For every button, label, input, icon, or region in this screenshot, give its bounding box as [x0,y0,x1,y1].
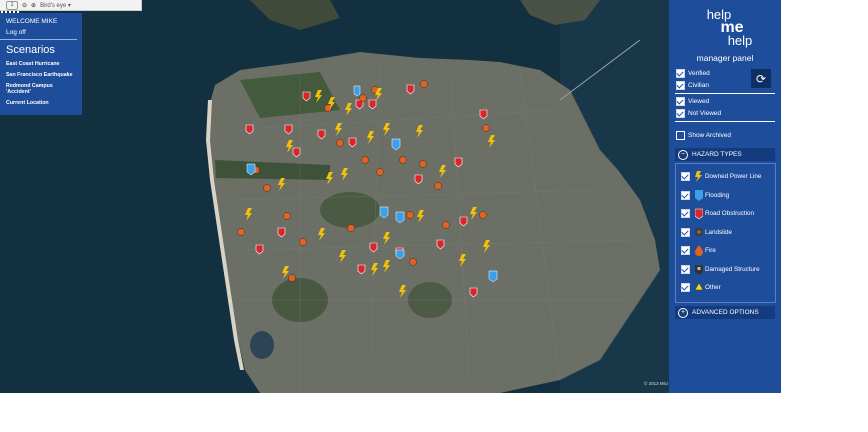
checkbox-checked[interactable] [676,97,685,106]
scenario-east-coast-hurricane[interactable]: East Coast Hurricane [0,59,82,70]
checkbox-checked[interactable] [676,109,685,118]
hazard-label: Downed Power Line [705,173,762,180]
hazard-item-landslide[interactable]: Landslide [681,227,732,238]
checkbox-checked[interactable] [681,228,690,237]
checkbox-checked[interactable] [681,172,690,181]
divider [675,121,775,122]
civilian-label: Civilian [688,82,709,89]
lightning-icon [694,171,703,182]
checkbox-checked[interactable] [681,191,690,200]
verified-label: Verified [688,70,710,77]
hazard-label: Flooding [705,192,730,199]
checkbox-checked[interactable] [676,81,685,90]
hazard-types-list: Downed Power Line Flooding Road Obstruct… [675,163,776,303]
view-mode-dropdown[interactable]: Bird's eye ▾ [40,2,71,9]
collapse-icon[interactable]: − [678,149,688,160]
road-obstruction-icon [694,208,703,219]
hazard-types-header[interactable]: − HAZARD TYPES [675,148,775,161]
hazard-label: Landslide [705,229,732,236]
welcome-text: WELCOME MIKE [6,18,58,25]
map-toolbar: 1 ⊖ ⊕ Bird's eye ▾ [0,0,142,11]
zoom-in-icon[interactable]: ⊕ [31,2,36,9]
checkbox-unchecked[interactable] [676,131,685,140]
zoom-out-icon[interactable]: ⊖ [22,2,27,9]
flood-icon [694,190,703,201]
manager-panel: help me help manager panel Verified Civi… [669,0,781,393]
checkbox-checked[interactable] [681,246,690,255]
civilian-checkbox[interactable]: Civilian [676,81,709,90]
divider [675,93,775,94]
advanced-options-header[interactable]: + ADVANCED OPTIONS [675,306,775,319]
hazard-item-other[interactable]: Other [681,282,721,293]
logoff-link[interactable]: Log off [0,25,77,40]
not-viewed-label: Not Viewed [688,110,722,117]
damaged-structure-icon [694,264,703,275]
hazard-label: Road Obstruction [705,210,755,217]
logo-line-3: help [727,33,753,48]
hazard-label: Damaged Structure [705,266,760,273]
hazard-item-road-obstruction[interactable]: Road Obstruction [681,208,754,219]
scenario-current-location[interactable]: Current Location [0,98,82,109]
scenario-san-francisco-earthquake[interactable]: San Francisco Earthquake [0,70,82,81]
checkbox-checked[interactable] [681,283,690,292]
verified-checkbox[interactable]: Verified [676,69,710,78]
hazard-item-damaged-structure[interactable]: Damaged Structure [681,264,760,275]
refresh-button[interactable]: ⟳ [751,69,771,88]
hazard-label: Other [705,284,721,291]
user-panel: WELCOME MIKE Log off Scenarios East Coas… [0,13,82,115]
advanced-options-title: ADVANCED OPTIONS [692,309,759,316]
hazard-item-downed-power-line[interactable]: Downed Power Line [681,171,761,182]
logo-line-1: help [706,7,732,22]
map-copyright: © 2013 Micr [644,381,669,386]
app-logo: help me help [669,8,781,47]
other-icon [694,282,703,293]
panel-title: manager panel [696,53,754,63]
checkbox-checked[interactable] [676,69,685,78]
map-view[interactable]: © 2013 Micr [0,0,781,393]
hazard-types-title: HAZARD TYPES [692,151,742,158]
hazard-label: Fire [705,247,716,254]
show-archived-checkbox[interactable]: Show Archived [676,131,731,140]
hazard-item-flooding[interactable]: Flooding [681,190,729,201]
map-nav-control[interactable]: 1 [6,0,18,10]
show-archived-label: Show Archived [688,132,731,139]
landslide-icon [694,227,703,238]
map-canvas[interactable] [0,0,781,393]
scenario-redmond-campus-accident[interactable]: Redmond Campus 'Accident' [0,81,82,98]
expand-icon[interactable]: + [678,307,688,318]
refresh-icon: ⟳ [755,71,767,86]
fire-icon [694,245,703,256]
hazard-item-fire[interactable]: Fire [681,245,716,256]
checkbox-checked[interactable] [681,209,690,218]
scenarios-title: Scenarios [6,44,55,56]
checkbox-checked[interactable] [681,265,690,274]
app-window: © 2013 Micr 1 ⊖ ⊕ Bird's eye ▾ WELCOME M… [0,0,868,432]
viewed-label: Viewed [688,98,710,105]
not-viewed-checkbox[interactable]: Not Viewed [676,109,721,118]
viewed-checkbox[interactable]: Viewed [676,97,709,106]
